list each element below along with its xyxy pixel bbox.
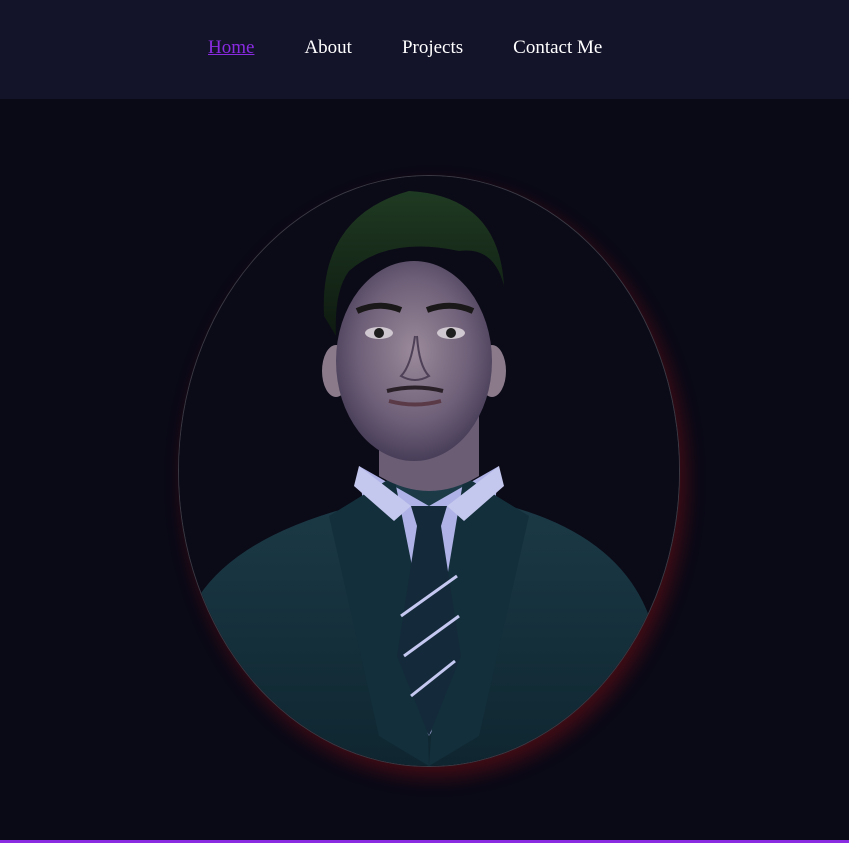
profile-photo: [178, 175, 680, 767]
nav-item-contact: Contact Me: [513, 36, 652, 60]
nav-link-home[interactable]: Home: [208, 36, 254, 60]
hero-section: [0, 99, 849, 841]
nav-link-contact-me[interactable]: Contact Me: [513, 36, 602, 60]
profile-portrait-image: [179, 176, 679, 766]
top-navbar: Home About Projects Contact Me: [0, 0, 849, 99]
nav-link-projects[interactable]: Projects: [402, 36, 463, 60]
nav-item-about: About: [304, 36, 402, 60]
nav-link-about[interactable]: About: [304, 36, 352, 60]
nav-item-projects: Projects: [402, 36, 513, 60]
nav-item-home: Home: [208, 36, 304, 60]
nav-list: Home About Projects Contact Me: [208, 36, 652, 60]
